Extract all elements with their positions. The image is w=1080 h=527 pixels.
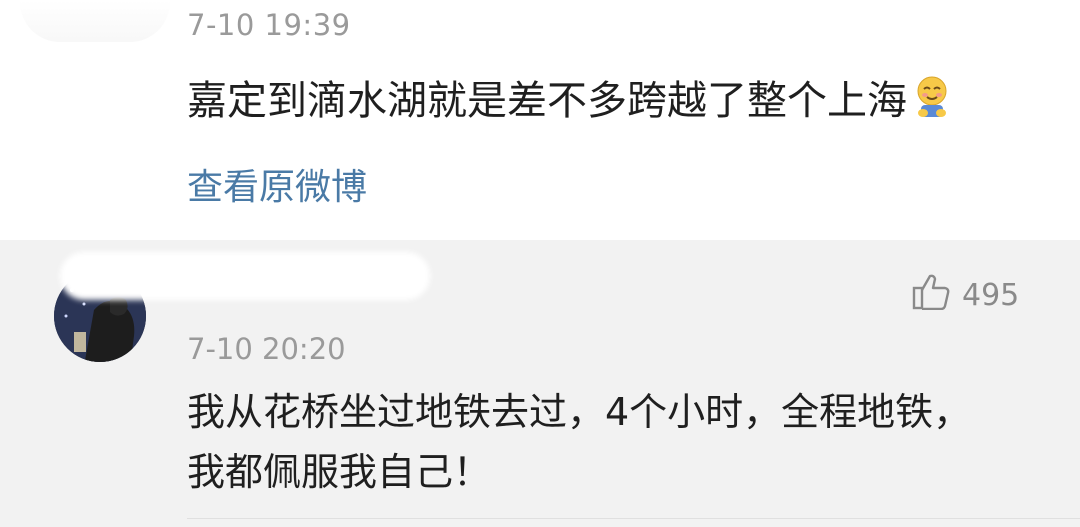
like-count: 495 xyxy=(962,277,1020,313)
post-timestamp: 7-10 19:39 xyxy=(187,8,351,42)
weibo-comments-screen: 7-10 19:39 嘉定到滴水湖就是差不多跨越了整个上海 查看原微博 495 … xyxy=(0,0,1080,527)
comment-item: 495 7-10 20:20 我从花桥坐过地铁去过，4个小时，全程地铁，我都佩服… xyxy=(0,240,1080,527)
comment-timestamp: 7-10 20:20 xyxy=(187,332,346,366)
hiding-face-emoji-icon xyxy=(913,75,951,119)
post-text-row: 嘉定到滴水湖就是差不多跨越了整个上海 xyxy=(187,68,951,126)
post-card: 7-10 19:39 嘉定到滴水湖就是差不多跨越了整个上海 查看原微博 xyxy=(0,0,1080,240)
comment-text: 我从花桥坐过地铁去过，4个小时，全程地铁，我都佩服我自己！ xyxy=(187,390,972,494)
thumbs-up-icon xyxy=(912,272,952,318)
redacted-username xyxy=(60,252,430,300)
redacted-area xyxy=(20,0,170,42)
view-original-link[interactable]: 查看原微博 xyxy=(187,158,367,210)
divider xyxy=(187,518,1080,519)
like-button[interactable]: 495 xyxy=(912,272,1019,318)
post-text: 嘉定到滴水湖就是差不多跨越了整个上海 xyxy=(187,78,907,124)
